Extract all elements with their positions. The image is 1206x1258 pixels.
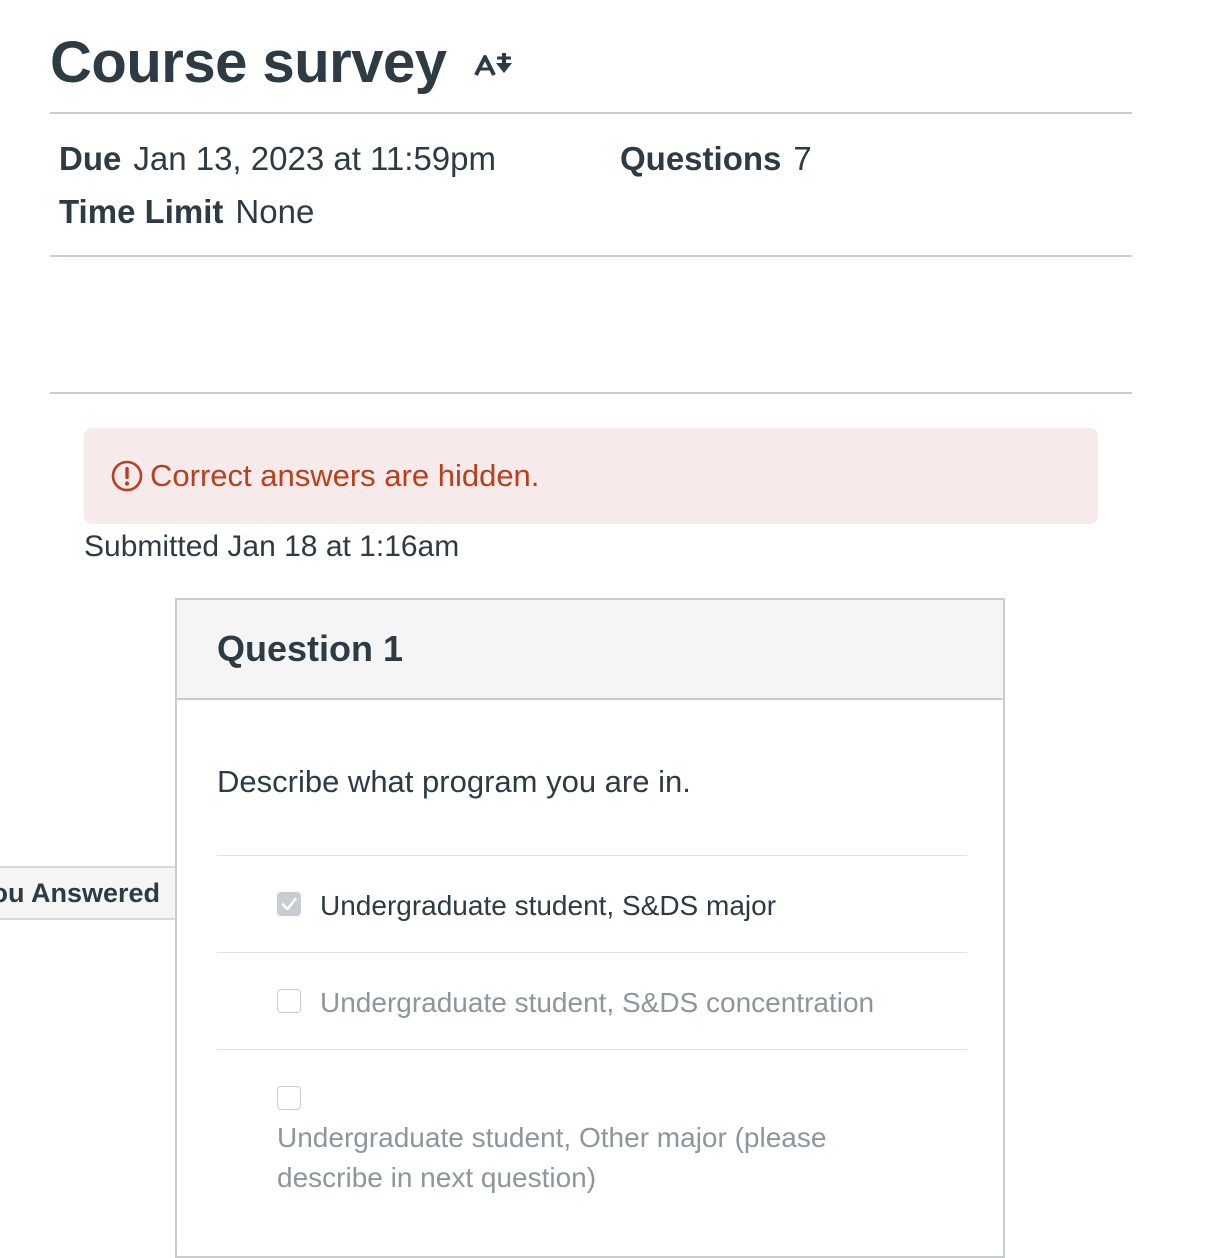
- submitted-timestamp: Submitted Jan 18 at 1:16am: [84, 530, 460, 563]
- you-answered-label: ou Answered: [0, 878, 160, 908]
- alert-text: Correct answers are hidden.: [150, 458, 540, 493]
- questions-label: Questions: [620, 140, 782, 177]
- answer-label: Undergraduate student, Other major (plea…: [277, 1122, 827, 1193]
- answer-label: Undergraduate student, S&DS major: [320, 890, 777, 921]
- divider: [50, 392, 1132, 394]
- question-title: Question 1: [217, 628, 404, 669]
- due-value: Jan 13, 2023 at 11:59pm: [133, 140, 497, 177]
- correct-answers-hidden-alert: Correct answers are hidden.: [84, 428, 1098, 524]
- time-limit-value: None: [235, 193, 315, 230]
- warning-circle-icon: [110, 459, 144, 493]
- answer-option: Undergraduate student, S&DS concentratio…: [177, 953, 1007, 1049]
- question-text: Describe what program you are in.: [217, 764, 691, 799]
- divider: [50, 255, 1132, 257]
- page-title-row: Course survey: [50, 22, 518, 102]
- immersive-reader-icon[interactable]: [472, 51, 518, 81]
- answer-option: Undergraduate student, Other major (plea…: [177, 1050, 1007, 1210]
- time-limit-label: Time Limit: [59, 193, 224, 230]
- due-label: Due: [59, 140, 122, 177]
- question-card: Question 1 Describe what program you are…: [175, 598, 1005, 1258]
- questions-value: 7: [793, 140, 812, 177]
- questions-row: Questions 7: [620, 140, 812, 178]
- question-header: Question 1: [177, 600, 1003, 700]
- time-limit-row: Time Limit None: [59, 193, 314, 231]
- due-row: Due Jan 13, 2023 at 11:59pm: [59, 140, 496, 178]
- page-title: Course survey: [50, 29, 447, 95]
- answer-checkbox[interactable]: [277, 989, 301, 1013]
- answer-checkbox-checked[interactable]: [277, 892, 301, 916]
- answer-checkbox[interactable]: [277, 1086, 301, 1110]
- divider: [50, 112, 1132, 114]
- answer-option: Undergraduate student, S&DS major: [177, 856, 1007, 952]
- answer-label: Undergraduate student, S&DS concentratio…: [320, 987, 875, 1018]
- check-icon: [281, 897, 297, 911]
